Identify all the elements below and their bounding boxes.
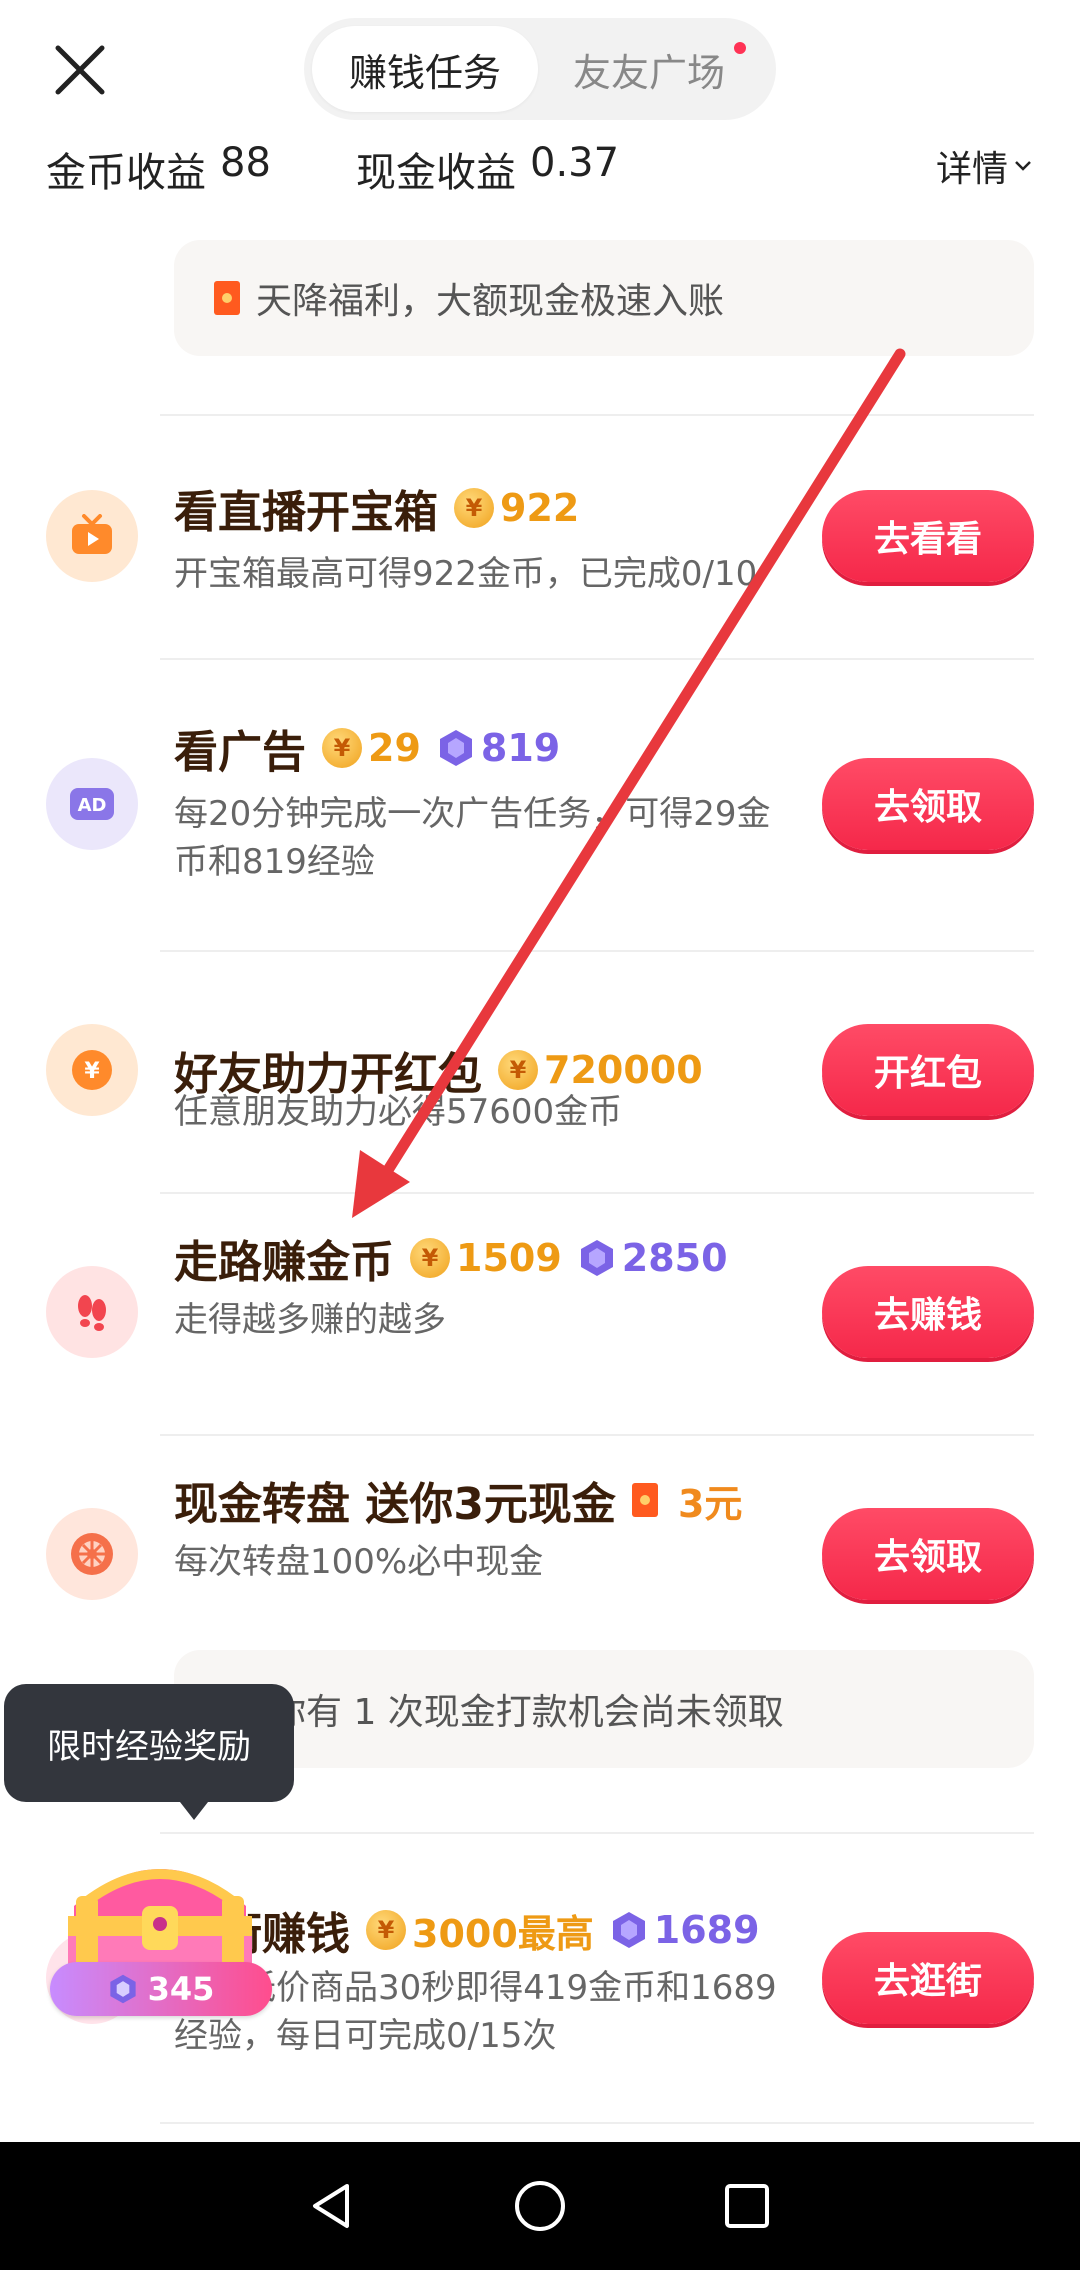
task-description: 每20分钟完成一次广告任务，可得29金币和819经验 [174, 794, 771, 882]
home-icon[interactable] [512, 2178, 568, 2234]
coin-reward: ¥922 [454, 486, 579, 530]
back-icon[interactable] [305, 2178, 361, 2234]
divider [160, 2122, 1034, 2124]
coin-amount: 922 [500, 486, 580, 530]
coin-reward: ¥3000最高 [366, 1903, 594, 1958]
coin-amount: 29 [368, 726, 421, 770]
task-title: 现金转盘 送你3元现金 [174, 1479, 616, 1530]
coin-icon: ¥ [454, 488, 494, 528]
close-icon [55, 45, 105, 95]
wheel-icon [46, 1508, 138, 1600]
exp-reward: 1689 [610, 1908, 760, 1952]
gem-icon [109, 1974, 136, 2004]
coin-icon: ¥ [410, 1238, 450, 1278]
chest-exp-amount: 345 [147, 1970, 215, 2008]
gem-icon [580, 1240, 613, 1276]
gold-earnings: 金币收益 88 [46, 140, 271, 198]
task-title: 看直播开宝箱 [174, 487, 438, 538]
earnings-row: 金币收益 88 现金收益 0.37 详情 [0, 140, 1080, 200]
tab-label: 友友广场 [572, 50, 725, 95]
exp-reward: 819 [437, 726, 560, 770]
coin-icon: ¥ [322, 728, 362, 768]
yuan-icon: ¥ [46, 1024, 138, 1116]
watch-button[interactable]: 去看看 [822, 490, 1034, 582]
exp-amount: 819 [480, 726, 561, 770]
gold-earnings-label: 金币收益 [46, 150, 206, 196]
coin-reward: ¥720000 [498, 1048, 703, 1092]
task-description: 走得越多赚的越多 [174, 1300, 446, 1340]
ad-icon: AD [46, 758, 138, 850]
system-nav-bar [0, 2142, 1080, 2270]
detail-label: 详情 [935, 149, 1008, 190]
close-button[interactable] [40, 30, 120, 110]
task-title: 看广告 [174, 727, 306, 778]
cash-reward: 3元 [677, 1481, 743, 1526]
task-description: 开宝箱最高可得922金币，已完成0/10 [174, 554, 758, 594]
exp-amount: 1689 [653, 1908, 760, 1952]
chevron-down-icon [1015, 161, 1031, 171]
welfare-notice-text: 天降福利，大额现金极速入账 [256, 281, 725, 322]
tab-friend-plaza[interactable]: 友友广场 [538, 26, 760, 112]
red-envelope-icon [214, 281, 240, 315]
task-title-row: 现金转盘 送你3元现金 3元 [174, 1468, 742, 1532]
coin-amount: 3000最高 [412, 1911, 594, 1956]
notification-dot [734, 42, 746, 54]
task-title-row: 走路赚金币 ¥1509 2850 [174, 1226, 728, 1290]
gold-earnings-value: 88 [220, 140, 271, 186]
task-title: 走路赚金币 [174, 1237, 394, 1288]
limited-exp-tooltip: 限时经验奖励 [4, 1684, 294, 1820]
coin-reward: ¥29 [322, 726, 421, 770]
welfare-notice[interactable]: 天降福利，大额现金极速入账 [174, 240, 1034, 356]
task-description: 每次转盘100%必中现金 [174, 1542, 544, 1582]
cash-earnings-value: 0.37 [530, 140, 620, 186]
tv-icon [46, 490, 138, 582]
coin-icon: ¥ [366, 1910, 406, 1950]
coin-icon: ¥ [498, 1050, 538, 1090]
claim-button[interactable]: 去领取 [822, 758, 1034, 850]
red-envelope-icon [631, 1483, 658, 1517]
coin-reward: ¥1509 [410, 1236, 562, 1280]
footprints-icon [46, 1266, 138, 1358]
task-walk-coins: 走路赚金币 ¥1509 2850 走得越多赚的越多 去赚钱 [0, 1192, 1080, 1434]
tab-bar: 赚钱任务 友友广场 [304, 18, 776, 120]
claim-button[interactable]: 去领取 [822, 1508, 1034, 1600]
task-title-row: 看直播开宝箱 ¥922 [174, 476, 579, 540]
svg-text:AD: AD [78, 795, 107, 816]
gem-icon [612, 1912, 645, 1948]
go-shopping-button[interactable]: 去逛街 [822, 1932, 1034, 2024]
cash-earnings: 现金收益 0.37 [356, 140, 619, 198]
chest-exp-badge[interactable]: 345 [50, 1962, 272, 2016]
coin-amount: 1509 [456, 1236, 562, 1280]
task-live-treasure: 看直播开宝箱 ¥922 开宝箱最高可得922金币，已完成0/10 去看看 [0, 414, 1080, 658]
exp-reward: 2850 [578, 1236, 728, 1280]
task-friend-red-packet: ¥ 好友助力开红包 ¥720000 任意朋友助力必得57600金币 开红包 [0, 950, 1080, 1192]
tab-label: 赚钱任务 [348, 50, 501, 95]
task-title-row: 看广告 ¥29 819 [174, 716, 560, 780]
header: 赚钱任务 友友广场 [0, 0, 1080, 140]
recents-icon[interactable] [719, 2178, 775, 2234]
open-red-packet-button[interactable]: 开红包 [822, 1024, 1034, 1116]
task-description: 任意朋友助力必得57600金币 [174, 1092, 623, 1132]
earn-button[interactable]: 去赚钱 [822, 1266, 1034, 1358]
cash-payout-notice[interactable]: 你有 1 次现金打款机会尚未领取 [174, 1650, 1034, 1768]
cash-earnings-label: 现金收益 [356, 150, 516, 196]
exp-amount: 2850 [621, 1236, 728, 1280]
tooltip-text: 限时经验奖励 [47, 1726, 251, 1767]
detail-link[interactable]: 详情 [936, 140, 1032, 192]
tab-earn-tasks[interactable]: 赚钱任务 [312, 26, 538, 112]
cash-payout-notice-text: 你有 1 次现金打款机会尚未领取 [270, 1692, 784, 1733]
task-watch-ad: AD 看广告 ¥29 819 每20分钟完成一次广告任务，可得29金币和819经… [0, 658, 1080, 950]
svg-text:¥: ¥ [84, 1059, 100, 1084]
coin-amount: 720000 [544, 1048, 703, 1092]
gem-icon [439, 730, 472, 766]
